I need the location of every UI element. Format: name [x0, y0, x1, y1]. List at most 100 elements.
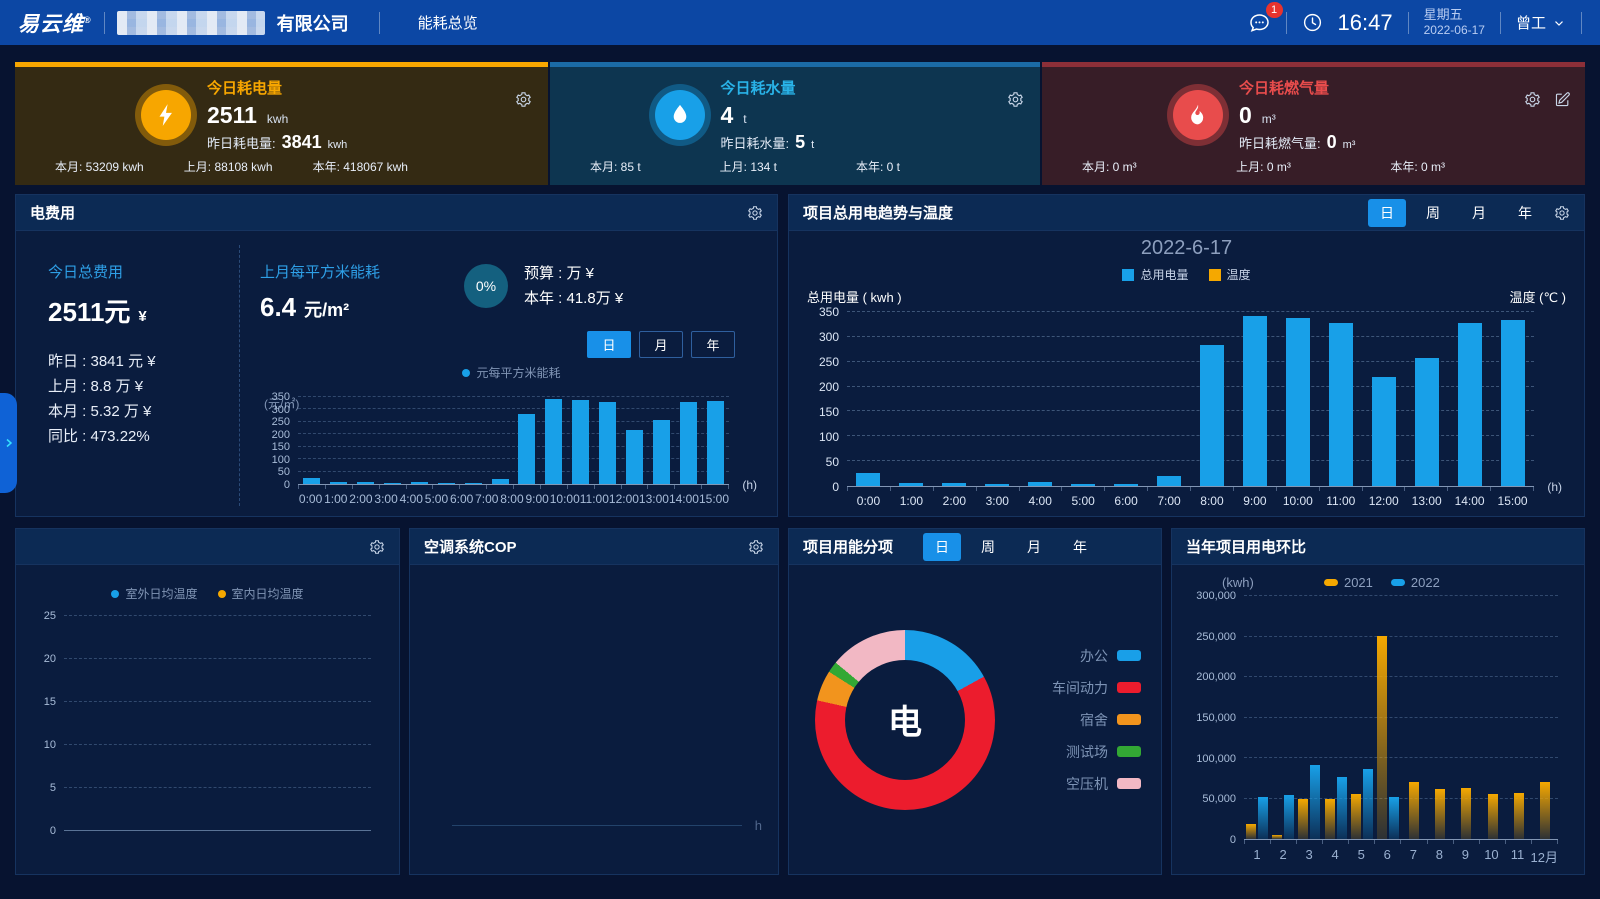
bar-slot — [1448, 312, 1491, 486]
yearly-chart: 050,000100,000150,000200,000250,000300,0… — [1186, 596, 1570, 866]
panel-electricity-trend: 项目总用电趋势与温度 日 周 月 年 2022-6-17 总用电量 — [788, 194, 1585, 517]
y-tick-label: 200 — [819, 380, 839, 394]
bar-slot — [976, 312, 1019, 486]
bar — [492, 479, 509, 484]
cost-chart-legend: 元每平方米能耗 — [260, 364, 763, 381]
settings-icon[interactable] — [1524, 91, 1541, 108]
bar — [1461, 788, 1471, 839]
legend-item[interactable]: 室内日均温度 — [218, 585, 304, 602]
x-tick — [1105, 487, 1148, 491]
settings-icon[interactable] — [515, 91, 532, 108]
gridline — [64, 701, 371, 702]
panel-header: 项目用能分项 日 周 月 年 — [789, 529, 1161, 565]
bar — [1389, 797, 1399, 839]
sidebar-expander[interactable] — [0, 393, 17, 493]
y-tick-label: 300 — [272, 405, 290, 415]
settings-icon[interactable] — [748, 539, 764, 555]
bar-slot — [1270, 596, 1296, 839]
x-tick-label: 13:00 — [1405, 494, 1448, 508]
yearly-body: (kwh) 2021 2022 050,000100,000150,000200… — [1172, 565, 1584, 874]
settings-icon[interactable] — [369, 539, 385, 555]
tab-week[interactable]: 周 — [969, 533, 1007, 561]
bar-slot — [1453, 596, 1479, 839]
legend-item[interactable]: 空压机 — [1052, 774, 1141, 794]
legend-item[interactable]: 办公 — [1052, 646, 1141, 666]
tab-day[interactable]: 日 — [923, 533, 961, 561]
legend-item[interactable]: 温度 — [1209, 266, 1251, 283]
bar — [1488, 794, 1498, 839]
legend-swatch — [1391, 579, 1405, 586]
bar-slot — [540, 397, 567, 484]
settings-icon[interactable] — [1554, 205, 1570, 221]
tab-year[interactable]: 年 — [691, 331, 735, 358]
x-axis-line — [452, 825, 742, 826]
bar — [599, 402, 616, 484]
chevron-down-icon — [1552, 16, 1566, 30]
x-tick-label: 14:00 — [669, 492, 699, 506]
tab-month[interactable]: 月 — [639, 331, 683, 358]
x-tick — [1454, 840, 1480, 844]
cost-top: 上月每平方米能耗 6.4元/m² 0% 预算 : 万 ¥ 本年 : 41.8万 … — [260, 261, 763, 323]
tab-month[interactable]: 月 — [1460, 199, 1498, 227]
tab-year[interactable]: 年 — [1506, 199, 1544, 227]
legend-item[interactable]: 2021 — [1324, 575, 1373, 590]
y-tick-label: 0 — [284, 480, 290, 490]
x-tick — [541, 485, 568, 489]
content: 今日耗电量 2511kwh 昨日耗电量:3841kwh 本月: 53209 kw… — [0, 45, 1600, 875]
bar — [1337, 777, 1347, 839]
today-cost-value: 2511元¥ — [48, 292, 239, 329]
year-total-line: 本年 : 41.8万 ¥ — [524, 286, 623, 311]
stat-last-month: 上月: 134 t — [720, 158, 777, 175]
bar — [465, 483, 482, 484]
y-tick-label: 150 — [272, 442, 290, 452]
bar — [626, 430, 643, 484]
nav-item-energy-overview[interactable]: 能耗总览 — [418, 12, 478, 33]
y-tick-label: 50 — [826, 455, 839, 469]
x-tick-label: 4 — [1322, 847, 1348, 866]
x-tick — [1320, 487, 1363, 491]
x-tick — [1363, 487, 1406, 491]
messages-button[interactable]: 1 — [1247, 11, 1271, 35]
tab-day[interactable]: 日 — [587, 331, 631, 358]
bar-slot — [1019, 312, 1062, 486]
bar — [1458, 323, 1482, 486]
edit-icon[interactable] — [1554, 91, 1571, 108]
today-cost-label: 今日总费用 — [48, 261, 239, 282]
tab-week[interactable]: 周 — [1414, 199, 1452, 227]
x-tick — [1405, 487, 1448, 491]
kpi-unit: kwh — [267, 112, 288, 126]
x-tick-label: 10 — [1478, 847, 1504, 866]
legend-item[interactable]: 车间动力 — [1052, 678, 1141, 698]
settings-icon[interactable] — [747, 205, 763, 221]
legend-item[interactable]: 室外日均温度 — [111, 585, 197, 602]
user-menu[interactable]: 曾工 — [1516, 12, 1566, 33]
x-axis-unit: (h) — [742, 478, 757, 492]
y-tick-label: 150 — [819, 405, 839, 419]
trend-legend: 总用电量 温度 — [805, 266, 1568, 283]
x-tick-label: 7:00 — [474, 492, 499, 506]
x-tick — [1532, 840, 1558, 844]
bar-slot — [1244, 596, 1270, 839]
settings-icon[interactable] — [1007, 91, 1024, 108]
y-tick-label: 25 — [44, 610, 56, 622]
user-name: 曾工 — [1516, 12, 1546, 33]
x-tick — [1349, 840, 1375, 844]
donut-hole: 电 — [845, 660, 965, 780]
legend-swatch — [1117, 650, 1141, 661]
tab-day[interactable]: 日 — [1368, 199, 1406, 227]
x-tick — [1277, 487, 1320, 491]
bar — [1325, 799, 1335, 839]
x-tick-label: 13:00 — [639, 492, 669, 506]
tab-year[interactable]: 年 — [1061, 533, 1099, 561]
panel-temperature: 室外日均温度 室内日均温度 0510152025 — [15, 528, 400, 875]
bar — [1258, 797, 1268, 839]
yearly-top: (kwh) 2021 2022 — [1186, 575, 1570, 590]
legend-item[interactable]: 测试场 — [1052, 742, 1141, 762]
bar — [1284, 795, 1294, 839]
tab-month[interactable]: 月 — [1015, 533, 1053, 561]
x-tick — [1323, 840, 1349, 844]
legend-item[interactable]: 宿舍 — [1052, 710, 1141, 730]
legend-item[interactable]: 总用电量 — [1122, 266, 1188, 283]
legend-item[interactable]: 2022 — [1391, 575, 1440, 590]
panel-header: 空调系统COP — [410, 529, 778, 565]
